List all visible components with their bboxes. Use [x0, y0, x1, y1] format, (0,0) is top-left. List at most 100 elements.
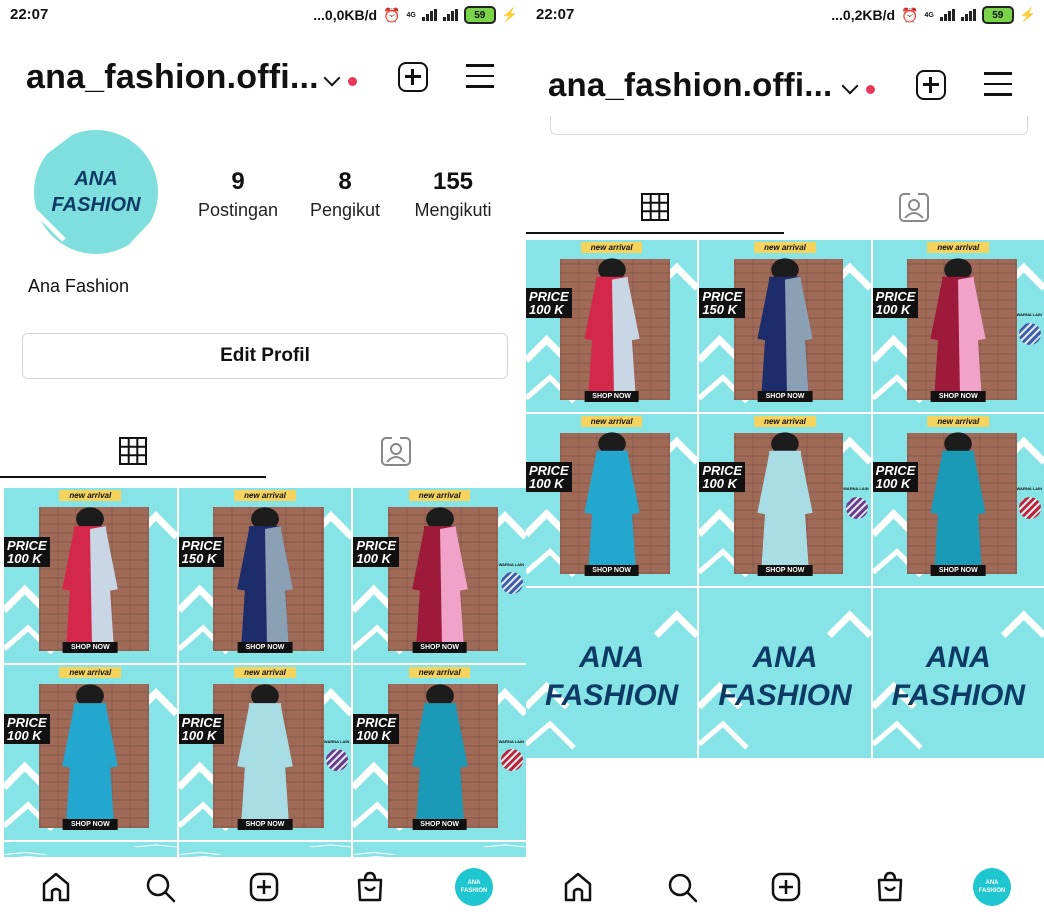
tab-grid[interactable]: [0, 424, 266, 478]
price-value: 100 K: [529, 476, 564, 492]
nav-add-post-right[interactable]: [766, 867, 806, 907]
nav-home-right[interactable]: [558, 867, 598, 907]
battery-icon: 59: [981, 6, 1014, 24]
price-tag: PRICE 100 K: [4, 537, 50, 567]
username-switcher[interactable]: ana_fashion.offi...: [26, 58, 319, 97]
dress-figure: [62, 506, 119, 647]
chevron-down-icon[interactable]: [323, 69, 341, 87]
tab-grid-right[interactable]: [526, 180, 784, 234]
stat-following-label: Mengikuti: [414, 200, 492, 220]
add-post-icon: [771, 872, 801, 902]
post-tile[interactable]: new arrival SHOP NOW PRICE 100 K: [4, 665, 177, 840]
avatar-text-2: FASHION: [51, 194, 141, 216]
bottom-nav-right: ANA FASHION: [526, 857, 1044, 917]
new-arrival-banner: new arrival: [927, 416, 990, 427]
shop-now-label: SHOP NOW: [237, 818, 293, 830]
status-bar: 22:07 ...0,0KB/d ⏰ 4G 59 ⚡: [0, 0, 526, 36]
other-colors-label: WARNA LAIN: [498, 561, 524, 567]
price-tag: PRICE 100 K: [178, 714, 225, 744]
nav-home[interactable]: [36, 867, 76, 907]
screen-right: 22:07 ...0,2KB/d ⏰ 4G 59 ⚡ ana_fashion.o…: [526, 0, 1044, 917]
charging-icon: ⚡: [501, 7, 518, 22]
post-tile[interactable]: new arrival SHOP NOW PRICE 100 K: [526, 414, 698, 586]
color-swatch: [1018, 322, 1041, 345]
new-arrival-banner: new arrival: [59, 667, 122, 678]
post-tile[interactable]: new arrival SHOP NOW PRICE 150 K: [178, 488, 352, 663]
dress-figure: [411, 683, 468, 824]
other-colors-label: WARNA LAIN: [498, 738, 524, 744]
chevron-down-icon[interactable]: [841, 77, 859, 95]
dress-figure: [757, 258, 813, 396]
profile-tabs: [0, 424, 526, 478]
post-tile[interactable]: new arrival SHOP NOW PRICE 100 K: [4, 488, 177, 663]
stat-following[interactable]: 155 Mengikuti: [406, 168, 500, 221]
post-tile[interactable]: new arrival SHOP NOW PRICE 100 K WARNA LAIN: [353, 488, 526, 663]
brand-post-tile[interactable]: ANA FASHION: [699, 588, 871, 758]
post-tile[interactable]: new arrival SHOP NOW PRICE 100 K WARNA LAIN: [699, 414, 871, 586]
signal-icon: [421, 9, 437, 21]
new-arrival-banner: new arrival: [59, 490, 122, 501]
stat-posts[interactable]: 9 Postingan: [192, 168, 284, 221]
price-tag: PRICE 100 K: [872, 288, 919, 319]
new-arrival-banner: new arrival: [927, 242, 990, 253]
grid-icon: [119, 437, 147, 465]
other-colors-label: WARNA LAIN: [1016, 312, 1042, 318]
new-arrival-banner: new arrival: [234, 667, 296, 678]
home-icon: [42, 872, 70, 902]
stat-followers[interactable]: 8 Pengikut: [302, 168, 388, 221]
network-type: 4G: [406, 11, 416, 19]
post-tile[interactable]: new arrival SHOP NOW PRICE 100 K WARNA LAIN: [353, 665, 526, 840]
nav-avatar-text-2: FASHION: [460, 888, 488, 894]
brand-post-tile[interactable]: ANA FASHION: [872, 588, 1044, 758]
menu-icon[interactable]: [466, 64, 494, 88]
stat-posts-label: Postingan: [197, 200, 279, 220]
price-value: 100 K: [7, 551, 42, 566]
new-arrival-banner: new arrival: [408, 667, 471, 678]
nav-avatar-text-1: ANA: [985, 880, 999, 886]
status-bar-right: 22:07 ...0,2KB/d ⏰ 4G 59 ⚡: [526, 0, 1044, 36]
shop-now-label: SHOP NOW: [237, 641, 293, 653]
new-post-icon[interactable]: [398, 62, 428, 92]
price-value: 100 K: [7, 728, 42, 743]
new-post-icon[interactable]: [916, 70, 946, 100]
price-value: 100 K: [702, 476, 738, 492]
shop-now-label: SHOP NOW: [62, 818, 118, 830]
post-tile[interactable]: new arrival SHOP NOW PRICE 100 K WARNA LAIN: [872, 414, 1044, 586]
nav-shop[interactable]: [350, 867, 390, 907]
price-value: 100 K: [875, 476, 911, 492]
username-switcher-right[interactable]: ana_fashion.offi...: [548, 66, 832, 104]
brand-post-text: ANA FASHION: [526, 639, 697, 715]
nav-search[interactable]: [140, 867, 180, 907]
dress-figure: [930, 432, 986, 570]
edit-profile-button[interactable]: Edit Profil: [22, 333, 508, 379]
color-swatch: [501, 572, 523, 594]
post-tile[interactable]: new arrival SHOP NOW PRICE 100 K WARNA LAIN: [178, 665, 352, 840]
brand-post-tile[interactable]: ANA FASHION: [526, 588, 698, 758]
dress-figure: [411, 506, 468, 647]
price-tag: PRICE 100 K: [872, 462, 919, 493]
color-swatch: [501, 749, 523, 771]
new-arrival-banner: new arrival: [580, 416, 643, 427]
nav-search-right[interactable]: [662, 867, 702, 907]
nav-profile-right[interactable]: ANA FASHION: [972, 867, 1012, 907]
post-tile[interactable]: new arrival SHOP NOW PRICE 100 K WARNA LAIN: [872, 240, 1044, 412]
tab-tagged[interactable]: [266, 424, 526, 478]
nav-profile[interactable]: ANA FASHION: [454, 867, 494, 907]
top-bar-right: ana_fashion.offi...: [526, 54, 1044, 114]
menu-icon[interactable]: [984, 72, 1012, 96]
tab-tagged-right[interactable]: [784, 180, 1044, 234]
shop-now-label: SHOP NOW: [412, 818, 468, 830]
battery-icon: 59: [463, 6, 496, 24]
nav-add-post[interactable]: [244, 867, 284, 907]
add-post-icon: [249, 872, 279, 902]
price-tag: PRICE 100 K: [353, 537, 400, 567]
shop-now-label: SHOP NOW: [930, 564, 986, 576]
dress-figure: [237, 506, 293, 647]
screen-left: 22:07 ...0,0KB/d ⏰ 4G 59 ⚡ ana_fashion.o…: [0, 0, 526, 917]
post-tile[interactable]: new arrival SHOP NOW PRICE 150 K: [699, 240, 871, 412]
nav-shop-right[interactable]: [870, 867, 910, 907]
profile-picture[interactable]: ANA FASHION: [34, 130, 158, 254]
post-tile[interactable]: new arrival SHOP NOW PRICE 100 K: [526, 240, 698, 412]
posts-grid: new arrival SHOP NOW PRICE 100 Knew arrival…: [4, 488, 526, 860]
notification-dot: [866, 85, 875, 94]
